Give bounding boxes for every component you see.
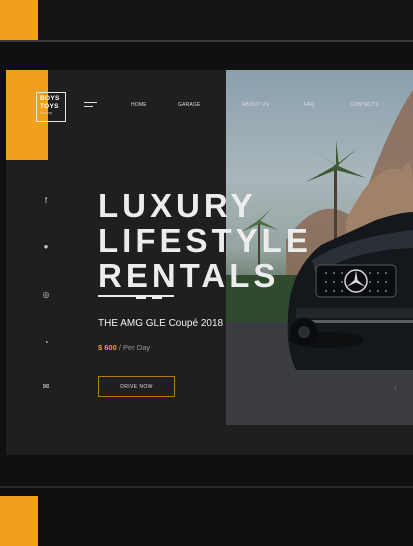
nav-item-garage[interactable]: GARAGE (178, 102, 201, 108)
hero-underline-dash (152, 297, 162, 299)
instagram-icon[interactable]: ◎ (39, 289, 53, 301)
logo-tagline: Luxury (40, 111, 53, 115)
menu-hamburger-icon[interactable] (84, 102, 97, 110)
drive-now-button[interactable]: DRIVE NOW (98, 376, 175, 397)
hero-line-2: LIFESTYLE (98, 222, 312, 259)
landing-card: BOYS TOYS Luxury HOME GARAGE ABOUT US FA… (6, 70, 413, 455)
accent-block-top (0, 0, 38, 40)
nav-item-contacts[interactable]: CONTACTS (350, 102, 379, 108)
hero-headline: LUXURY LIFESTYLE RENTALS (98, 188, 312, 293)
rental-price: $ 600 / Per Day (98, 343, 150, 352)
whatsapp-icon[interactable]: ◔ (39, 337, 53, 349)
logo-line-1: BOYS (40, 95, 60, 102)
boys-toys-logo[interactable]: BOYS TOYS Luxury (36, 92, 66, 122)
nav-item-home[interactable]: HOME (131, 102, 147, 108)
hero-line-1: LUXURY (98, 187, 257, 224)
accent-block-bottom (0, 496, 38, 546)
mail-icon[interactable]: ✉ (39, 381, 53, 393)
chevron-left-icon[interactable]: ‹ (394, 382, 397, 392)
hero-underline-dash (136, 297, 146, 299)
hero-line-3: RENTALS (98, 257, 280, 294)
nav-item-faq[interactable]: FAQ (304, 102, 315, 108)
price-amount: $ 600 (98, 343, 117, 352)
facebook-icon[interactable]: f (39, 195, 53, 207)
logo-line-2: TOYS (40, 103, 59, 110)
price-unit: / Per Day (116, 343, 151, 352)
car-model-name: THE AMG GLE Coupé 2018 (98, 318, 224, 329)
messenger-icon[interactable]: ● (39, 241, 53, 253)
divider-top (0, 40, 413, 42)
divider-bottom (0, 486, 413, 488)
top-band (0, 0, 413, 40)
nav-item-about-us[interactable]: ABOUT US (242, 102, 269, 108)
